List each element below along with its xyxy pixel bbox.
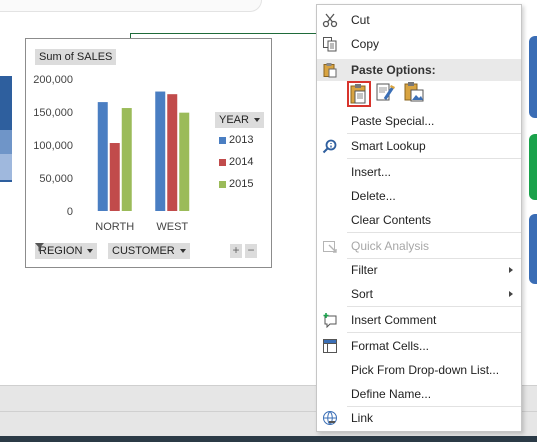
dropdown-arrow-icon (179, 249, 186, 254)
menu-separator (347, 332, 521, 333)
menu-item-copy[interactable]: Copy (317, 32, 521, 56)
menu-item-label: Delete... (351, 189, 396, 203)
menu-item-pick-dropdown[interactable]: Pick From Drop-down List... (317, 358, 521, 382)
background-chart-fragment (0, 154, 12, 180)
filter-icon (35, 243, 44, 252)
link-icon (322, 410, 338, 426)
legend-swatch (219, 180, 226, 188)
menu-item-label: Copy (351, 37, 380, 51)
bar-north-2015[interactable] (121, 108, 132, 211)
paste-button[interactable] (347, 81, 371, 107)
status-bar (0, 436, 537, 442)
region-field-button[interactable]: REGION (35, 243, 98, 259)
menu-item-format-cells[interactable]: Format Cells... (317, 334, 521, 358)
bar-north-2014[interactable] (109, 143, 120, 211)
legend-item: 2014 (219, 156, 253, 168)
menu-item-label: Link (351, 411, 374, 425)
menu-item-filter[interactable]: Filter (317, 258, 521, 282)
menu-item-label: Insert... (351, 165, 392, 179)
y-tick-label: 200,000 (33, 74, 73, 86)
paste-formatting-icon (376, 83, 395, 101)
expand-field-button[interactable]: + (230, 244, 242, 258)
menu-item-sort[interactable]: Sort (317, 282, 521, 306)
bar-west-2014[interactable] (167, 94, 178, 211)
copy-icon (322, 36, 338, 52)
menu-item-label: Cut (351, 13, 370, 27)
quick-analysis-icon (322, 238, 338, 254)
background-shape (529, 134, 537, 200)
comment-icon (322, 312, 338, 329)
menu-item-label: Filter (351, 263, 378, 277)
menu-separator (347, 158, 521, 159)
legend-field-label: YEAR (219, 114, 249, 126)
connector-line (130, 33, 317, 34)
paste-formatting-button[interactable] (375, 81, 399, 107)
pivot-chart[interactable]: Sum of SALES 0 50,000 100,000 150,000 200,00… (25, 38, 272, 268)
bar-north-2013[interactable] (97, 102, 108, 211)
menu-item-label: Insert Comment (351, 313, 437, 327)
background-chart-fragment (0, 130, 12, 154)
legend-field-button[interactable]: YEAR (215, 112, 264, 128)
background-shape (529, 214, 537, 284)
background-chart-fragment (0, 180, 12, 182)
background-chart-fragment (0, 76, 12, 130)
x-tick-label: WEST (156, 221, 188, 233)
menu-separator (347, 306, 521, 307)
dropdown-arrow-icon (253, 118, 260, 123)
legend-swatch (219, 136, 226, 144)
y-tick-label: 0 (67, 206, 73, 218)
legend-label: 2015 (229, 178, 254, 190)
menu-item-label: Clear Contents (351, 213, 432, 227)
legend-item: 2013 (219, 134, 253, 146)
menu-item-link[interactable]: Link (317, 406, 521, 430)
magnifier-icon (322, 138, 338, 154)
legend-label: 2014 (229, 156, 254, 168)
collapse-field-button[interactable]: − (245, 244, 257, 258)
menu-separator (347, 232, 521, 233)
paste-picture-button[interactable] (403, 81, 427, 107)
clipboard-icon (322, 62, 338, 78)
submenu-arrow-icon (509, 267, 513, 273)
menu-item-quick-analysis: Quick Analysis (317, 234, 521, 258)
format-cells-icon (322, 338, 338, 354)
bar-west-2015[interactable] (179, 112, 190, 211)
bar-west-2013[interactable] (155, 91, 166, 211)
paste-options-header: Paste Options: (317, 59, 521, 81)
menu-item-insert[interactable]: Insert... (317, 160, 521, 184)
menu-item-define-name[interactable]: Define Name... (317, 382, 521, 406)
y-tick-label: 50,000 (39, 173, 73, 185)
legend-label: 2013 (229, 134, 254, 146)
menu-item-label: Paste Special... (351, 114, 435, 128)
x-tick-label: NORTH (95, 221, 134, 233)
menu-item-delete[interactable]: Delete... (317, 184, 521, 208)
chart-plot-area: 0 50,000 100,000 150,000 200,000 NORTH WEST (33, 74, 190, 233)
menu-item-label: Format Cells... (351, 339, 430, 353)
y-tick-label: 100,000 (33, 140, 73, 152)
paste-picture-icon (404, 82, 424, 102)
menu-item-label: Quick Analysis (351, 239, 430, 253)
menu-item-insert-comment[interactable]: Insert Comment (317, 308, 521, 332)
menu-item-label: Define Name... (351, 387, 432, 401)
paste-icon (350, 84, 366, 104)
submenu-arrow-icon (509, 291, 513, 297)
paste-options-label: Paste Options: (351, 63, 436, 77)
menu-item-smart-lookup[interactable]: Smart Lookup (317, 134, 521, 158)
y-tick-label: 150,000 (33, 107, 73, 119)
legend-swatch (219, 158, 226, 166)
scissors-icon (322, 12, 338, 28)
menu-item-clear-contents[interactable]: Clear Contents (317, 208, 521, 232)
menu-item-label: Smart Lookup (351, 139, 426, 153)
context-menu: Cut Copy Paste Options: Paste Special...… (316, 4, 522, 432)
customer-field-button[interactable]: CUSTOMER (108, 243, 190, 259)
menu-item-label: Sort (351, 287, 374, 301)
legend-item: 2015 (219, 178, 253, 190)
menu-item-cut[interactable]: Cut (317, 8, 521, 32)
region-field-label: REGION (39, 245, 83, 257)
menu-item-paste-special[interactable]: Paste Special... (317, 109, 521, 133)
customer-field-label: CUSTOMER (112, 245, 175, 257)
menu-item-label: Pick From Drop-down List... (351, 363, 500, 377)
background-shape (529, 36, 537, 118)
dropdown-arrow-icon (87, 249, 94, 254)
background-shape (0, 0, 262, 12)
